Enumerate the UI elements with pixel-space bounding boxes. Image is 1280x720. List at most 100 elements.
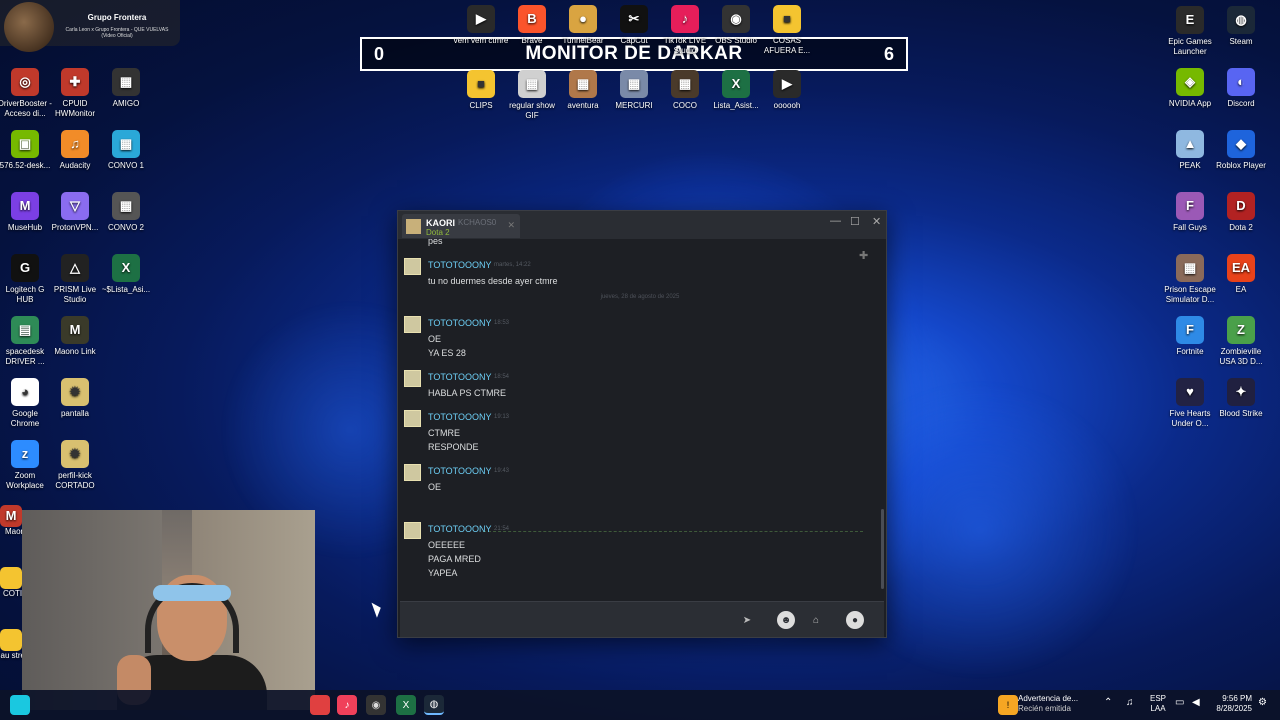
folder-icon (0, 629, 22, 651)
voice-icon[interactable]: ● (846, 611, 864, 629)
clock[interactable]: 9:56 PM 8/28/2025 (1212, 694, 1252, 714)
excel-icon[interactable]: X (396, 695, 416, 715)
minimize-icon[interactable]: — (830, 215, 841, 227)
desktop-icon[interactable]: D Dota 2 (1213, 192, 1269, 233)
sender-avatar[interactable] (404, 316, 421, 333)
desktop-icon[interactable]: X Lista_Asist... (708, 70, 764, 111)
desktop-icon[interactable]: ▶ oooooh (759, 70, 815, 111)
desktop-icon[interactable]: ▦ CONVO 2 (98, 192, 154, 233)
desktop-icon[interactable]: ▦ regular show GIF (504, 70, 560, 121)
desktop-icon[interactable]: ◍ Steam (1213, 6, 1269, 47)
message-text: OE YA ES 28 (428, 334, 466, 358)
desktop-icon[interactable]: ▶ vem vem ctmre (453, 5, 509, 46)
desktop-icon[interactable]: ▦ COCO (657, 70, 713, 111)
desktop-icon[interactable]: ▦ CONVO 1 (98, 130, 154, 171)
desktop-icon[interactable]: ● TunnelBear (555, 5, 611, 46)
sender-avatar[interactable] (404, 464, 421, 481)
sender-name[interactable]: TOTOTOOONY (428, 318, 492, 328)
chat-titlebar[interactable]: KAORI KCHAOS0 Dota 2 ✕ — ☐ ✕ (398, 211, 886, 239)
emoticon-icon[interactable]: ☻ (777, 611, 795, 629)
desktop-icon[interactable]: EA EA (1213, 254, 1269, 295)
desktop-icon[interactable]: E Epic Games Launcher (1162, 6, 1218, 57)
maximize-icon[interactable]: ☐ (850, 215, 860, 228)
desktop-icon[interactable]: ▦ Prison Escape Simulator D... (1162, 254, 1218, 305)
sender-avatar[interactable] (404, 522, 421, 539)
send-icon[interactable]: ➤ (738, 611, 756, 629)
desktop-icon-label: 576.52-desk... (0, 161, 51, 170)
taskbar-app-icon[interactable] (310, 695, 330, 715)
desktop-icon[interactable]: ▤ spacedesk DRIVER ... (0, 316, 53, 367)
desktop-icon[interactable]: ▦ aventura (555, 70, 611, 111)
desktop-icon[interactable]: ▲ PEAK (1162, 130, 1218, 171)
obs-icon[interactable]: ◉ (366, 695, 386, 715)
desktop-icon[interactable]: ♪ TikTok LIVE Studio (657, 5, 713, 56)
microphone-icon[interactable]: ♫ (1126, 698, 1134, 708)
sender-avatar[interactable] (404, 410, 421, 427)
app-icon: M (61, 316, 89, 344)
sender-name[interactable]: TOTOTOOONY (428, 372, 492, 382)
desktop-icon-label: CPUID HWMonitor (54, 99, 95, 118)
language-indicator[interactable]: ESP LAA (1150, 694, 1166, 714)
desktop-icon[interactable]: F Fortnite (1162, 316, 1218, 357)
desktop-icon[interactable]: M Maono Link (47, 316, 103, 357)
app-icon: ▽ (61, 192, 89, 220)
volume-icon[interactable]: ◀ (1192, 698, 1200, 708)
desktop-icon-label: Lista_Asist... (713, 101, 759, 110)
desktop-icon[interactable]: ◆ Roblox Player (1213, 130, 1269, 171)
desktop-icon[interactable]: ✹ perfil-kick CORTADO (47, 440, 103, 491)
desktop-icon[interactable]: F Fall Guys (1162, 192, 1218, 233)
desktop-icon[interactable]: M MuseHub (0, 192, 53, 233)
network-icon[interactable]: ▭ (1175, 698, 1184, 708)
desktop-icon[interactable]: X ~$Lista_Asi... (98, 254, 154, 295)
desktop-icon[interactable]: Z Zombieville USA 3D D... (1213, 316, 1269, 367)
add-friend-icon[interactable]: ✚ (859, 249, 868, 262)
sender-avatar[interactable] (404, 370, 421, 387)
desktop-icon[interactable]: B Brave (504, 5, 560, 46)
taskbar-app-icon[interactable] (10, 695, 30, 715)
app-icon: ■ (773, 5, 801, 33)
chevron-up-icon[interactable]: ⌃ (1104, 698, 1112, 708)
chat-tab-kaori[interactable]: KAORI KCHAOS0 Dota 2 ✕ (402, 214, 520, 238)
desktop-icon[interactable]: ▦ MERCURI (606, 70, 662, 111)
desktop-icon[interactable]: ▦ AMIGO (98, 68, 154, 109)
desktop-icon[interactable]: ▽ ProtonVPN... (47, 192, 103, 233)
warning-icon[interactable]: ! (998, 695, 1018, 715)
notification-bell-icon[interactable]: ⚙ (1258, 698, 1267, 708)
desktop-icon[interactable]: ◉ OBS Studio (708, 5, 764, 46)
desktop-icon[interactable]: ▣ 576.52-desk... (0, 130, 53, 171)
desktop-icon[interactable]: ✹ pantalla (47, 378, 103, 419)
desktop-icon[interactable]: ◈ NVIDIA App (1162, 68, 1218, 109)
steam-icon[interactable]: ◍ (424, 695, 444, 715)
sender-name[interactable]: TOTOTOOONY (428, 412, 492, 422)
sender-name[interactable]: TOTOTOOONY (428, 466, 492, 476)
itunes-icon[interactable]: ♪ (337, 695, 357, 715)
notification[interactable]: Advertencia de... Recién emitida (1018, 694, 1078, 714)
desktop-icon[interactable]: ✦ Blood Strike (1213, 378, 1269, 419)
sender-avatar[interactable] (404, 258, 421, 275)
desktop-icon[interactable]: ✂ CapCut (606, 5, 662, 46)
close-icon[interactable]: ✕ (872, 215, 881, 228)
message-text: HABLA PS CTMRE (428, 388, 507, 398)
tab-close-icon[interactable]: ✕ (507, 220, 515, 231)
sender-name[interactable]: TOTOTOOONY (428, 260, 492, 270)
desktop-icon-label: COCO (673, 101, 697, 110)
attach-icon[interactable]: ⌂ (807, 611, 825, 629)
desktop-icon[interactable]: ✚ CPUID HWMonitor (47, 68, 103, 119)
chat-input[interactable] (400, 602, 730, 638)
desktop-icon[interactable]: ◎ DriverBooster - Acceso di... (0, 68, 53, 119)
steam-chat-window[interactable]: KAORI KCHAOS0 Dota 2 ✕ — ☐ ✕ pes ✚ jueve… (397, 210, 887, 638)
sender-name[interactable]: TOTOTOOONY (428, 524, 492, 534)
scrollbar[interactable] (881, 509, 884, 589)
message-time: 19:13 (494, 414, 510, 420)
desktop-icon[interactable]: △ PRISM Live Studio (47, 254, 103, 305)
desktop-icon[interactable]: z Zoom Workplace (0, 440, 53, 491)
desktop-icon[interactable]: G Logitech G HUB (0, 254, 53, 305)
message-list[interactable]: pes ✚ jueves, 28 de agosto de 2025 TOTOT… (398, 239, 882, 597)
desktop-icon[interactable]: ◐ Discord (1213, 68, 1269, 109)
desktop-icon[interactable]: ■ COSAS AFUERA E... (759, 5, 815, 56)
desktop-icon[interactable]: ◕ Google Chrome (0, 378, 53, 429)
desktop-icon-label: oooooh (773, 101, 801, 110)
desktop-icon[interactable]: ♥ Five Hearts Under O... (1162, 378, 1218, 429)
desktop-icon[interactable]: ■ CLIPS (453, 70, 509, 111)
desktop-icon[interactable]: ♫ Audacity (47, 130, 103, 171)
